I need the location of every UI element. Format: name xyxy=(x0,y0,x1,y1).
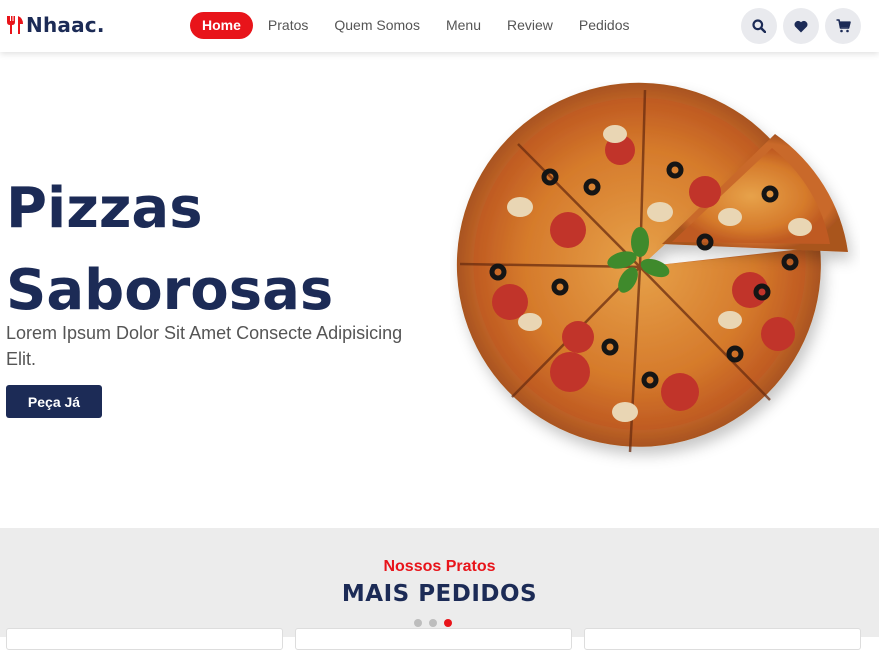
search-button[interactable] xyxy=(741,8,777,44)
nav-pratos[interactable]: Pratos xyxy=(256,12,320,39)
nav-review[interactable]: Review xyxy=(495,12,565,39)
favorites-button[interactable] xyxy=(783,8,819,44)
search-icon xyxy=(752,19,766,33)
brand-name: Nhaac. xyxy=(26,13,105,37)
hero-subtitle: Lorem Ipsum Dolor Sit Amet Consecte Adip… xyxy=(6,323,403,369)
section-kicker: Nossos Pratos xyxy=(383,558,496,575)
carousel-dot-3[interactable] xyxy=(444,619,452,627)
hero-title: Pizzas Saborosas xyxy=(6,168,333,332)
logo[interactable]: Nhaac. xyxy=(6,13,105,37)
carousel-dot-2[interactable] xyxy=(429,619,437,627)
utensils-icon xyxy=(6,15,24,35)
nav-menu[interactable]: Menu xyxy=(434,12,493,39)
cart-icon xyxy=(836,19,851,33)
main-nav: Home Pratos Quem Somos Menu Review Pedid… xyxy=(190,12,644,39)
dish-card[interactable] xyxy=(584,628,861,650)
heart-icon xyxy=(794,20,808,32)
section-title: MAIS PEDIDOS xyxy=(341,581,538,607)
nav-quem-somos[interactable]: Quem Somos xyxy=(322,12,432,39)
order-now-button[interactable]: Peça Já xyxy=(6,385,102,418)
carousel-dot-1[interactable] xyxy=(414,619,422,627)
header-actions xyxy=(741,8,861,44)
hero-title-line1: Pizzas xyxy=(6,176,203,241)
pizza-image xyxy=(450,82,860,472)
site-header: Nhaac. Home Pratos Quem Somos Menu Revie… xyxy=(0,0,879,52)
dish-card[interactable] xyxy=(295,628,572,650)
dish-card[interactable] xyxy=(6,628,283,650)
cart-button[interactable] xyxy=(825,8,861,44)
hero-title-line2: Saborosas xyxy=(6,258,334,323)
carousel-dots xyxy=(414,619,452,627)
nav-home[interactable]: Home xyxy=(190,12,253,39)
dishes-section: Nossos Pratos MAIS PEDIDOS xyxy=(0,528,879,650)
nav-pedidos[interactable]: Pedidos xyxy=(567,12,642,39)
